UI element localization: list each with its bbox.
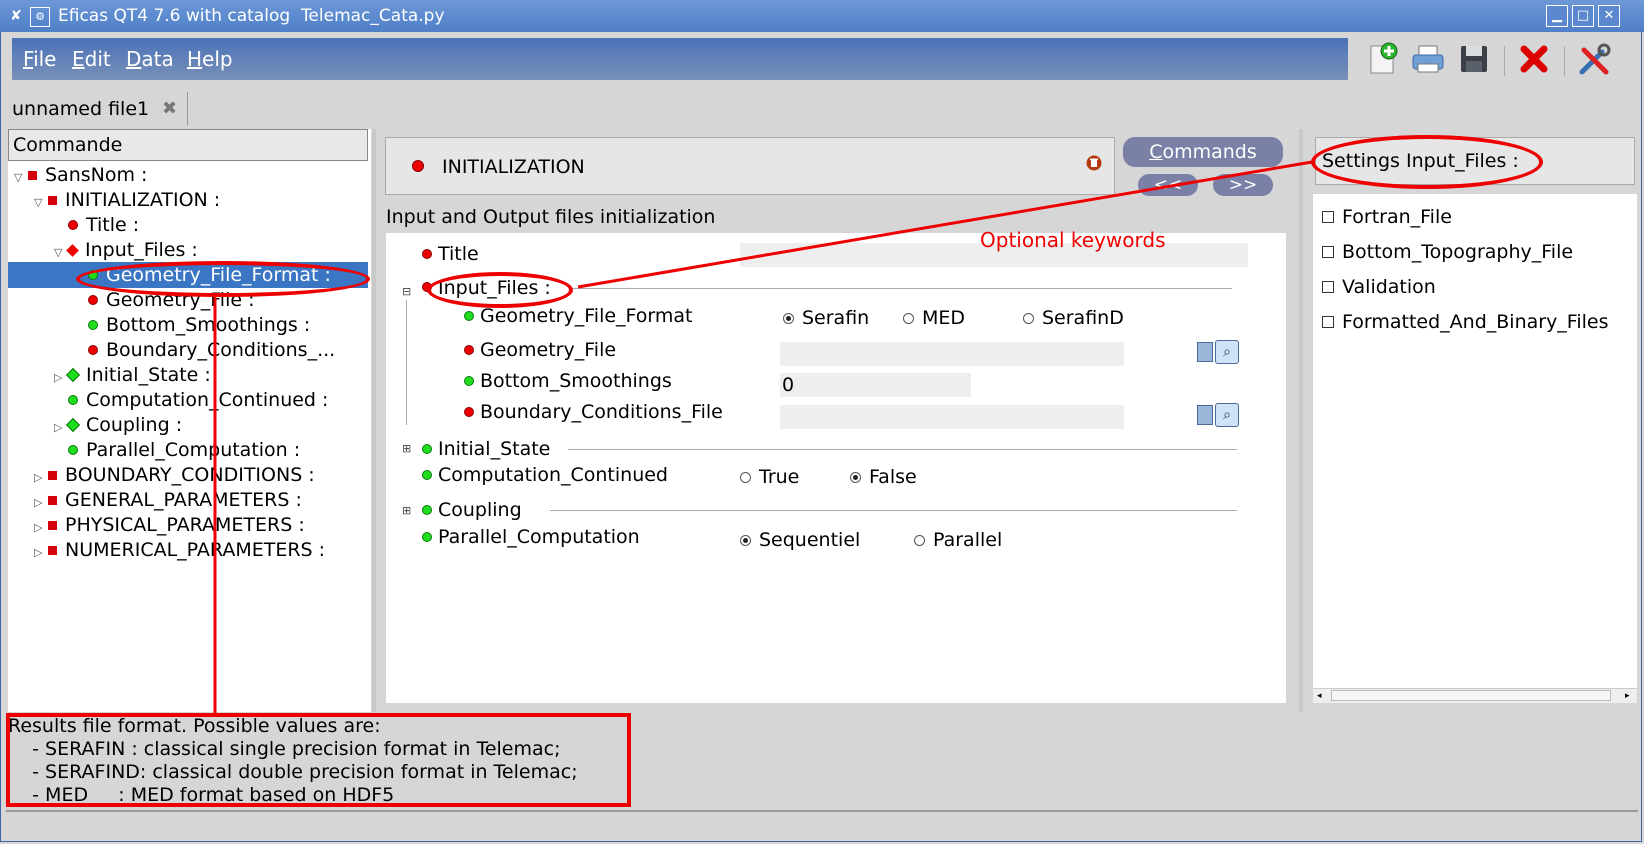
annotation-optional-keywords: Optional keywords — [980, 228, 1166, 252]
annotation-line-settings — [577, 160, 1313, 289]
annotation-lines — [213, 160, 1313, 713]
